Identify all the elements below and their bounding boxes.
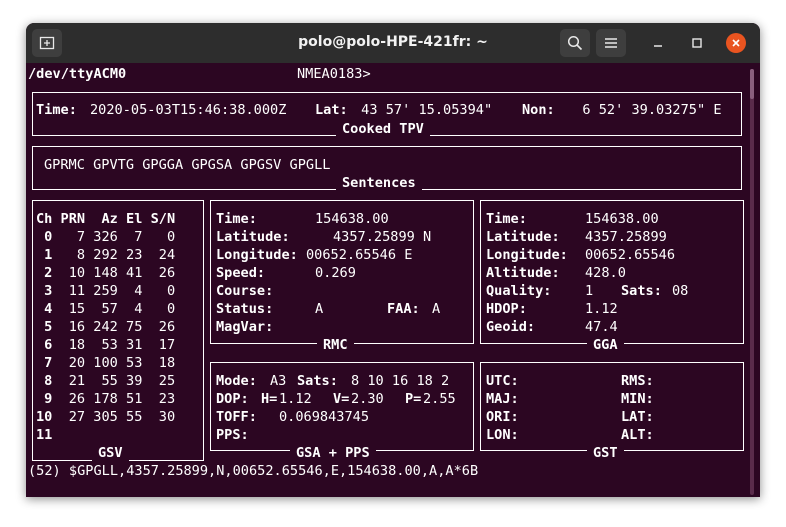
maximize-icon bbox=[692, 38, 702, 48]
raw-sentence-line: (52) $GPGLL,4357.25899,N,00652.65546,E,1… bbox=[28, 463, 479, 479]
gst-maj-label: MAJ: bbox=[486, 391, 519, 407]
rmc-speed-label: Speed: bbox=[216, 265, 266, 281]
terminal-output[interactable]: /dev/ttyACM0 NMEA0183> Time: 2020-05-03T… bbox=[26, 63, 760, 497]
sentences-list: GPRMC GPVTG GPGGA GPGSA GPGSV GPGLL bbox=[44, 157, 331, 173]
gsa-pps-panel-title: GSA + PPS bbox=[290, 444, 376, 462]
search-icon bbox=[567, 35, 583, 51]
gst-utc-label: UTC: bbox=[486, 373, 519, 389]
gsa-v-label: V= bbox=[333, 391, 350, 407]
gst-lat-label: LAT: bbox=[621, 409, 654, 425]
tpv-lon-label: Non: bbox=[522, 102, 555, 118]
gsa-p-label: P= bbox=[405, 391, 422, 407]
gsa-pps-label: PPS: bbox=[216, 427, 249, 443]
rmc-course-label: Course: bbox=[216, 283, 274, 299]
gsa-h-label: H= bbox=[261, 391, 278, 407]
rmc-status-value: A bbox=[315, 301, 324, 317]
gsa-p-value: 2.55 bbox=[423, 391, 456, 407]
gsa-h-value: 1.12 bbox=[279, 391, 312, 407]
gga-lon-value: 00652.65546 bbox=[585, 247, 676, 263]
gsv-row: 1 8 292 23 24 bbox=[36, 247, 176, 263]
tpv-time-label: Time: bbox=[36, 102, 77, 118]
scrollbar-thumb[interactable] bbox=[750, 69, 754, 99]
rmc-speed-value: 0.269 bbox=[315, 265, 356, 281]
gga-lat-value: 4357.25899 bbox=[585, 229, 667, 245]
gga-sats-label: Sats: bbox=[621, 283, 662, 299]
gga-time-label: Time: bbox=[486, 211, 527, 227]
minimize-button[interactable] bbox=[648, 33, 668, 53]
gst-panel-title: GST bbox=[587, 444, 624, 462]
close-button[interactable] bbox=[726, 33, 746, 53]
tpv-time-value: 2020-05-03T15:46:38.000Z bbox=[90, 102, 287, 118]
tpv-lon-value: 6 52' 39.03275" E bbox=[566, 102, 722, 118]
rmc-lon-label: Longitude: bbox=[216, 247, 298, 263]
gga-lon-label: Longitude: bbox=[486, 247, 568, 263]
rmc-lon-value: 00652.65546 E bbox=[306, 247, 413, 263]
rmc-time-label: Time: bbox=[216, 211, 257, 227]
rmc-panel-title: RMC bbox=[317, 336, 354, 354]
gga-alt-value: 428.0 bbox=[585, 265, 626, 281]
device-path: /dev/ttyACM0 bbox=[28, 66, 127, 82]
gsv-row: 10 27 305 55 30 bbox=[36, 409, 176, 425]
rmc-time-value: 154638.00 bbox=[315, 211, 389, 227]
gga-hdop-value: 1.12 bbox=[585, 301, 618, 317]
gsv-row: 5 16 242 75 26 bbox=[36, 319, 176, 335]
maximize-button[interactable] bbox=[687, 33, 707, 53]
gsv-panel-title: GSV bbox=[92, 444, 129, 462]
rmc-status-label: Status: bbox=[216, 301, 274, 317]
gsa-toff-label: TOFF: bbox=[216, 409, 257, 425]
gsa-dop-label: DOP: bbox=[216, 391, 249, 407]
gga-quality-value: 1 bbox=[585, 283, 594, 299]
gsv-row: 0 7 326 7 0 bbox=[36, 229, 176, 245]
gga-geoid-label: Geoid: bbox=[486, 319, 536, 335]
tpv-panel-title: Cooked TPV bbox=[336, 120, 430, 138]
rmc-magvar-label: MagVar: bbox=[216, 319, 274, 335]
hamburger-menu-icon bbox=[605, 38, 617, 48]
gga-hdop-label: HDOP: bbox=[486, 301, 527, 317]
gst-lon-label: LON: bbox=[486, 427, 519, 443]
minimize-icon bbox=[654, 45, 662, 47]
title-bar[interactable]: polo@polo-HPE-421fr: ~ bbox=[26, 23, 760, 63]
rmc-faa-label: FAA: bbox=[387, 301, 420, 317]
gsa-v-value: 2.30 bbox=[351, 391, 384, 407]
gst-alt-label: ALT: bbox=[621, 427, 654, 443]
scrollbar[interactable] bbox=[750, 69, 754, 495]
gsa-toff-value: 0.069843745 bbox=[279, 409, 370, 425]
gsa-sats-label: Sats: bbox=[297, 373, 338, 389]
protocol-prompt: NMEA0183> bbox=[297, 66, 371, 82]
terminal-window: polo@polo-HPE-421fr: ~ /dev/ttyACM0 NMEA… bbox=[26, 23, 760, 497]
gsv-header: Ch PRN Az El S/N bbox=[36, 211, 176, 227]
gsv-row: 8 21 55 39 25 bbox=[36, 373, 176, 389]
close-icon bbox=[732, 39, 740, 47]
gsa-mode-value: A3 bbox=[270, 373, 287, 389]
gst-panel bbox=[480, 362, 744, 451]
gst-ori-label: ORI: bbox=[486, 409, 519, 425]
gsv-row: 11 bbox=[36, 427, 53, 443]
rmc-lat-label: Latitude: bbox=[216, 229, 290, 245]
gsv-row: 9 26 178 51 23 bbox=[36, 391, 176, 407]
gsv-row: 7 20 100 53 18 bbox=[36, 355, 176, 371]
sentences-panel-title: Sentences bbox=[336, 174, 422, 192]
tpv-lat-label: Lat: bbox=[315, 102, 348, 118]
gsv-row: 2 10 148 41 26 bbox=[36, 265, 176, 281]
gsv-row: 4 15 57 4 0 bbox=[36, 301, 176, 317]
tpv-lat-value: 43 57' 15.05394" bbox=[353, 102, 493, 118]
search-button[interactable] bbox=[560, 29, 590, 57]
gst-rms-label: RMS: bbox=[621, 373, 654, 389]
gsv-row: 6 18 53 31 17 bbox=[36, 337, 176, 353]
gsa-mode-label: Mode: bbox=[216, 373, 257, 389]
gsv-row: 3 11 259 4 0 bbox=[36, 283, 176, 299]
gga-sats-value: 08 bbox=[672, 283, 689, 299]
gga-lat-label: Latitude: bbox=[486, 229, 560, 245]
gga-quality-label: Quality: bbox=[486, 283, 552, 299]
menu-button[interactable] bbox=[596, 29, 626, 57]
rmc-lat-value: 4357.25899 N bbox=[333, 229, 432, 245]
rmc-faa-value: A bbox=[432, 301, 441, 317]
gga-alt-label: Altitude: bbox=[486, 265, 560, 281]
gga-time-value: 154638.00 bbox=[585, 211, 659, 227]
gga-panel-title: GGA bbox=[587, 336, 624, 354]
gga-geoid-value: 47.4 bbox=[585, 319, 618, 335]
gsa-sats-value: 8 10 16 18 2 bbox=[351, 373, 450, 389]
gst-min-label: MIN: bbox=[621, 391, 654, 407]
